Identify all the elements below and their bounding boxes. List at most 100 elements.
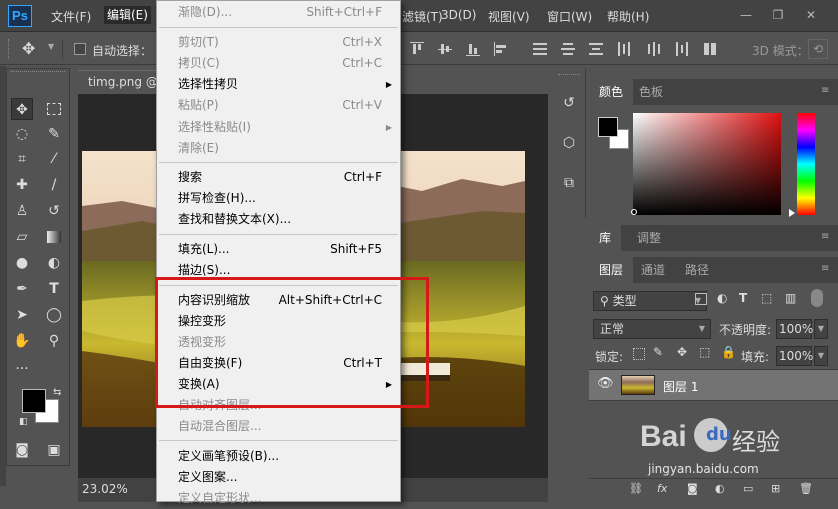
zoom-tool-icon[interactable]: ⚲	[43, 330, 65, 352]
brush-tool-icon[interactable]: /	[43, 174, 65, 196]
lock-position-icon[interactable]: ✥	[677, 345, 687, 359]
pen-tool-icon[interactable]: ✒	[11, 278, 33, 300]
tab-libraries[interactable]: 库	[589, 225, 622, 251]
crop-tool-icon[interactable]: ⌗	[11, 148, 33, 170]
menu-window[interactable]: 窗口(W)	[547, 8, 592, 25]
distribute-top-icon[interactable]	[533, 42, 547, 56]
tab-color[interactable]: 颜色	[589, 79, 634, 105]
history-brush-tool-icon[interactable]: ↺	[43, 200, 65, 222]
menu-item-copy[interactable]: 拷贝(C) Ctrl+C	[157, 53, 400, 74]
filter-type-icon[interactable]: T	[739, 291, 747, 305]
tab-paths[interactable]: 路径	[675, 257, 719, 283]
menu-help[interactable]: 帮助(H)	[607, 8, 649, 25]
auto-align-icon[interactable]	[703, 42, 717, 56]
foreground-color-swatch[interactable]	[22, 389, 46, 413]
path-select-tool-icon[interactable]: ➤	[11, 304, 33, 326]
tab-channels[interactable]: 通道	[631, 257, 675, 283]
distribute-right-icon[interactable]	[675, 42, 689, 56]
layer-name[interactable]: 图层 1	[663, 378, 698, 395]
healing-brush-tool-icon[interactable]: ✚	[11, 174, 33, 196]
lock-artboard-icon[interactable]: ⬚	[699, 345, 710, 359]
menu-item-paste-special[interactable]: 选择性粘贴(I) ▶	[157, 117, 400, 138]
3d-panel-icon[interactable]: ⬡	[558, 132, 580, 154]
menu-item-paste[interactable]: 粘贴(P) Ctrl+V	[157, 95, 400, 116]
document-tab[interactable]: timg.png @	[78, 70, 168, 94]
eyedropper-tool-icon[interactable]: ⁄	[43, 148, 65, 170]
filter-toggle[interactable]	[811, 289, 823, 307]
hand-tool-icon[interactable]: ✋	[11, 330, 33, 352]
menu-item-define-brush[interactable]: 定义画笔预设(B)...	[157, 446, 400, 467]
align-vcenter-icon[interactable]	[438, 42, 452, 56]
close-icon[interactable]: ✕	[803, 7, 819, 23]
rotate-3d-icon[interactable]: ⟲	[808, 39, 828, 59]
menu-item-fade[interactable]: 渐隐(D)... Shift+Ctrl+F	[157, 2, 400, 23]
fill-input[interactable]: 100%	[776, 346, 813, 366]
ellipse-tool-icon[interactable]: ◯	[43, 304, 65, 326]
color-picker-marker[interactable]	[631, 209, 637, 215]
menu-3d[interactable]: 3D(D)	[441, 8, 476, 22]
align-bottom-icon[interactable]	[466, 42, 480, 56]
dodge-tool-icon[interactable]: ◐	[43, 252, 65, 274]
menu-item-cut[interactable]: 剪切(T) Ctrl+X	[157, 32, 400, 53]
swap-colors-icon[interactable]: ⇆	[53, 387, 61, 398]
properties-panel-icon[interactable]: ⧉	[558, 172, 580, 194]
more-tools-icon[interactable]: ···	[11, 358, 33, 380]
tab-swatches[interactable]: 色板	[629, 79, 673, 105]
menu-item-spell-check[interactable]: 拼写检查(H)...	[157, 188, 400, 209]
blur-tool-icon[interactable]: ●	[11, 252, 33, 274]
tab-adjustments[interactable]: 调整	[627, 225, 671, 251]
filter-shape-icon[interactable]: ⬚	[761, 291, 772, 305]
distribute-left-icon[interactable]	[617, 42, 631, 56]
panel-menu-icon[interactable]: ≡	[821, 85, 829, 96]
type-tool-icon[interactable]: T	[43, 278, 65, 300]
opacity-input[interactable]: 100%	[776, 319, 813, 339]
menu-file[interactable]: 文件(F)	[51, 8, 91, 25]
layer-kind-filter[interactable]: ⚲ 类型 ▼	[593, 291, 707, 311]
zoom-level[interactable]: 23.02%	[82, 482, 128, 496]
hue-slider-handle[interactable]	[789, 209, 795, 217]
chevron-down-icon[interactable]: ▼	[814, 319, 828, 339]
menu-item-define-custom-shape[interactable]: 定义自定形状...	[157, 488, 400, 509]
menu-edit[interactable]: 编辑(E)	[104, 6, 151, 24]
distribute-bottom-icon[interactable]	[589, 42, 603, 56]
lasso-tool-icon[interactable]: ◌	[11, 123, 33, 145]
quick-select-tool-icon[interactable]: ✎	[43, 123, 65, 145]
visibility-eye-icon[interactable]: 👁	[597, 376, 614, 391]
filter-smart-object-icon[interactable]: ▥	[785, 291, 796, 305]
eraser-tool-icon[interactable]: ▱	[11, 226, 33, 248]
clone-stamp-tool-icon[interactable]: ♙	[11, 200, 33, 222]
move-tool-icon[interactable]: ✥	[11, 98, 33, 120]
filter-adjustment-icon[interactable]: ◐	[717, 291, 727, 305]
menu-item-auto-blend-layers[interactable]: 自动混合图层...	[157, 416, 400, 437]
filter-pixel-icon[interactable]	[695, 293, 707, 305]
menu-item-clear[interactable]: 清除(E)	[157, 138, 400, 159]
menu-item-fill[interactable]: 填充(L)... Shift+F5	[157, 239, 400, 260]
auto-select-checkbox[interactable]	[74, 43, 86, 55]
panel-menu-icon[interactable]: ≡	[821, 231, 829, 242]
tab-layers[interactable]: 图层	[589, 257, 634, 283]
hue-slider[interactable]	[797, 113, 815, 215]
panel-menu-icon[interactable]: ≡	[821, 263, 829, 274]
minimize-icon[interactable]: —	[738, 7, 754, 23]
move-tool-icon[interactable]: ✥	[22, 39, 35, 58]
menu-item-copy-special[interactable]: 选择性拷贝 ▶	[157, 74, 400, 95]
blend-mode-select[interactable]: 正常 ▼	[593, 319, 711, 339]
distribute-hcenter-icon[interactable]	[647, 42, 661, 56]
quick-mask-icon[interactable]: ◙	[11, 439, 33, 461]
lock-all-icon[interactable]: 🔒	[721, 345, 736, 359]
marquee-tool-icon[interactable]	[43, 98, 65, 120]
lock-transparent-icon[interactable]	[633, 348, 645, 360]
lock-pixels-icon[interactable]: ✎	[653, 345, 663, 359]
menu-view[interactable]: 视图(V)	[488, 8, 530, 25]
distribute-vcenter-icon[interactable]	[561, 42, 575, 56]
history-panel-icon[interactable]: ↺	[558, 92, 580, 114]
maximize-icon[interactable]: ❐	[770, 7, 786, 23]
gradient-tool-icon[interactable]	[43, 226, 65, 248]
default-colors-icon[interactable]: ◧	[19, 417, 28, 427]
menu-item-define-pattern[interactable]: 定义图案...	[157, 467, 400, 488]
menu-item-find-replace[interactable]: 查找和替换文本(X)...	[157, 209, 400, 230]
screen-mode-icon[interactable]: ▣	[43, 439, 65, 461]
menu-item-search[interactable]: 搜索 Ctrl+F	[157, 167, 400, 188]
chevron-down-icon[interactable]: ▼	[814, 346, 828, 366]
layer-row[interactable]: 👁 图层 1	[589, 369, 838, 401]
